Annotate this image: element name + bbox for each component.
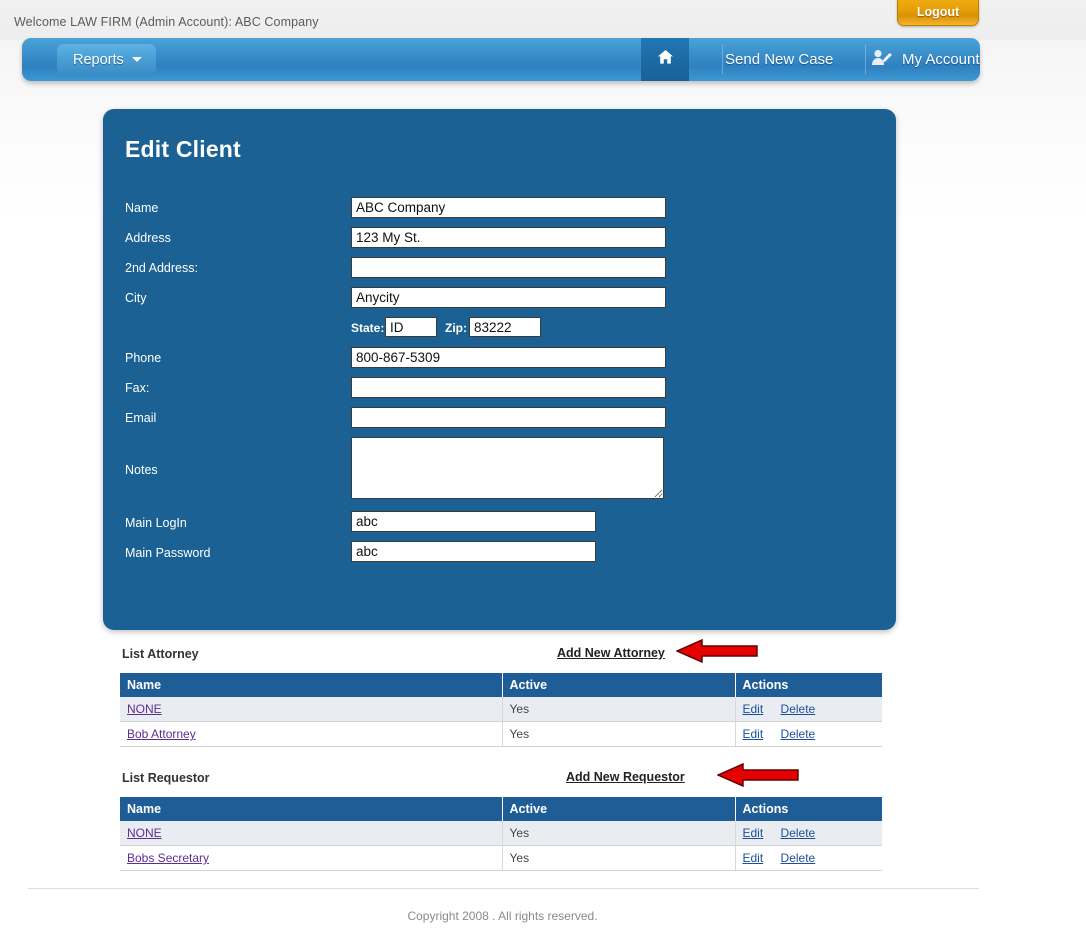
arrow-to-add-new-requestor <box>716 762 799 793</box>
notes-textarea[interactable] <box>351 437 664 499</box>
label-address: Address <box>125 231 171 245</box>
user-edit-icon <box>871 49 893 70</box>
list-requestor-title: List Requestor <box>122 771 210 785</box>
attorney-name-link[interactable]: NONE <box>127 702 162 716</box>
home-icon <box>657 49 674 70</box>
copyright-text: Copyright 2008 . All rights reserved. <box>407 909 598 923</box>
label-notes: Notes <box>125 463 158 477</box>
state-input[interactable] <box>385 317 437 337</box>
nav-divider-1 <box>722 45 723 74</box>
chevron-down-icon <box>131 57 142 62</box>
nav-my-account-label: My Account <box>902 51 980 68</box>
phone-input[interactable] <box>351 347 666 368</box>
requestor-delete-link[interactable]: Delete <box>781 826 816 840</box>
arrow-to-add-new-attorney <box>675 638 758 669</box>
add-new-attorney-link[interactable]: Add New Attorney <box>557 646 665 660</box>
label-city: City <box>125 291 147 305</box>
label-phone: Phone <box>125 351 162 365</box>
nav-send-new-case[interactable]: Send New Case <box>725 38 833 81</box>
email-input[interactable] <box>351 407 666 428</box>
requestor-edit-link[interactable]: Edit <box>743 851 764 865</box>
attorney-col-active: Active <box>502 673 736 697</box>
attorney-delete-link[interactable]: Delete <box>781 727 816 741</box>
requestor-edit-link[interactable]: Edit <box>743 826 764 840</box>
nav-my-account[interactable]: My Account <box>871 38 980 81</box>
requestor-active-cell: Yes <box>502 845 736 871</box>
name-input[interactable] <box>351 197 666 218</box>
zip-input[interactable] <box>469 317 541 337</box>
label-state: State: <box>351 321 385 335</box>
nav-send-new-case-label: Send New Case <box>725 51 834 68</box>
requestor-table-header-row: Name Active Actions <box>120 797 882 821</box>
logout-button[interactable]: Logout <box>897 0 979 26</box>
table-row: Bob Attorney Yes Edit Delete <box>120 721 882 747</box>
main-navigation-bar: Reports Send New Case My Account <box>22 38 980 81</box>
requestor-table: Name Active Actions NONE Yes Edit Delete… <box>120 797 882 871</box>
page-title: Edit Client <box>125 136 241 162</box>
requestor-name-link[interactable]: NONE <box>127 826 162 840</box>
attorney-active-cell: Yes <box>502 697 736 722</box>
attorney-name-link[interactable]: Bob Attorney <box>127 727 196 741</box>
nav-reports-label: Reports <box>73 51 124 68</box>
requestor-active-cell: Yes <box>502 821 736 846</box>
attorney-edit-link[interactable]: Edit <box>743 702 764 716</box>
second-address-input[interactable] <box>351 257 666 278</box>
attorney-col-actions: Actions <box>735 673 882 697</box>
label-main-login: Main LogIn <box>125 516 187 530</box>
edit-client-panel: Edit Client Name Address 2nd Address: Ci… <box>103 109 896 711</box>
label-second-address: 2nd Address: <box>125 261 198 275</box>
add-new-requestor-link[interactable]: Add New Requestor <box>566 770 685 784</box>
welcome-text: Welcome LAW FIRM (Admin Account): ABC Co… <box>14 15 319 29</box>
list-attorney-title: List Attorney <box>122 647 199 661</box>
requestor-col-active: Active <box>502 797 736 821</box>
attorney-table: Name Active Actions NONE Yes Edit Delete… <box>120 673 882 747</box>
nav-divider-2 <box>865 45 866 74</box>
requestor-col-actions: Actions <box>735 797 882 821</box>
requestor-name-link[interactable]: Bobs Secretary <box>127 851 209 865</box>
attorney-table-header-row: Name Active Actions <box>120 673 882 697</box>
table-row: NONE Yes Edit Delete <box>120 821 882 846</box>
table-row: Bobs Secretary Yes Edit Delete <box>120 845 882 871</box>
requestor-col-name: Name <box>120 797 503 821</box>
address-input[interactable] <box>351 227 666 248</box>
nav-reports-dropdown[interactable]: Reports <box>57 44 156 75</box>
nav-home-button[interactable] <box>641 38 689 81</box>
main-login-input[interactable] <box>351 511 596 532</box>
footer-divider <box>28 888 979 889</box>
label-name: Name <box>125 201 159 215</box>
main-password-input[interactable] <box>351 541 596 562</box>
attorney-edit-link[interactable]: Edit <box>743 727 764 741</box>
label-main-password: Main Password <box>125 546 211 560</box>
attorney-active-cell: Yes <box>502 721 736 747</box>
attorney-delete-link[interactable]: Delete <box>781 702 816 716</box>
table-row: NONE Yes Edit Delete <box>120 697 882 722</box>
label-email: Email <box>125 411 157 425</box>
fax-input[interactable] <box>351 377 666 398</box>
requestor-delete-link[interactable]: Delete <box>781 851 816 865</box>
page-root: Welcome LAW FIRM (Admin Account): ABC Co… <box>0 0 1086 933</box>
attorney-col-name: Name <box>120 673 503 697</box>
label-fax: Fax: <box>125 381 150 395</box>
label-zip: Zip: <box>445 321 467 335</box>
city-input[interactable] <box>351 287 666 308</box>
